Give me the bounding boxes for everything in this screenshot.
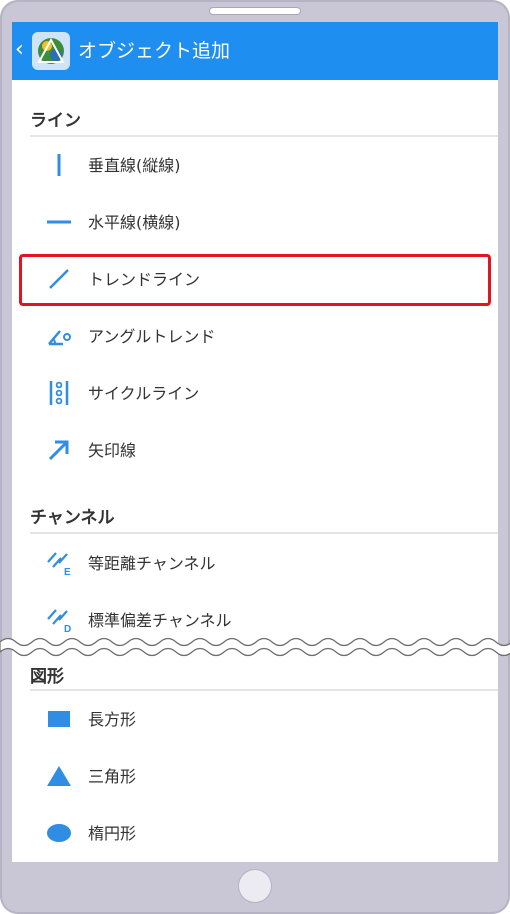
cycle-lines-icon [49,381,69,405]
section-title-shapes: 図形 [30,667,64,687]
list-item-label: 長方形 [88,710,137,729]
list-item-rectangle[interactable]: 長方形 [12,694,498,746]
list-item-label: 水平線(横線) [88,213,181,232]
home-button[interactable] [239,870,271,902]
list-item-label: 三角形 [88,767,137,786]
section-divider [30,532,498,534]
rectangle-icon [48,711,70,727]
vertical-line-icon [57,154,61,176]
horizontal-line-icon [47,220,71,224]
list-item-angle-trend[interactable]: アングルトレンド [12,311,498,363]
list-item-label: サイクルライン [88,384,200,403]
page-title: オブジェクト追加 [78,40,231,62]
list-item-ellipse[interactable]: 楕円形 [12,808,498,860]
equidistant-channel-icon: E [47,552,71,576]
chevron-left-icon[interactable]: ‹ [15,36,31,64]
list-item-vertical-line[interactable]: 垂直線(縦線) [12,140,498,192]
ellipse-icon [47,824,71,842]
torn-edge-divider [0,637,510,657]
list-item-equidistant-channel[interactable]: E 等距離チャンネル [12,538,498,590]
svg-text:E: E [64,567,71,576]
list-item-label: アングルトレンド [88,327,216,346]
list-item-label: 垂直線(縦線) [88,156,181,175]
list-item-label: 楕円形 [88,824,137,843]
list-item-label: 矢印線 [88,441,137,460]
list-item-arrow-line[interactable]: 矢印線 [12,425,498,477]
metatrader-logo-icon [32,32,70,70]
stddev-channel-icon: D [47,609,71,633]
app-screen: ‹ オブジェクト追加 ライン 垂直線(縦線) 水平線(横線) トレンドライン ア… [12,22,498,862]
list-item-cycle-lines[interactable]: サイクルライン [12,368,498,420]
triangle-icon [47,766,71,786]
speaker-grille [210,8,300,14]
phone-frame: ‹ オブジェクト追加 ライン 垂直線(縦線) 水平線(横線) トレンドライン ア… [0,0,510,914]
list-item-label: 等距離チャンネル [88,554,216,573]
list-item-horizontal-line[interactable]: 水平線(横線) [12,197,498,249]
selection-highlight [19,254,491,306]
section-divider [30,135,498,137]
angle-trend-icon [48,330,71,346]
section-title-channels: チャンネル [30,508,115,528]
arrow-line-icon [48,440,69,461]
list-item-triangle[interactable]: 三角形 [12,751,498,803]
section-title-lines: ライン [30,111,81,131]
app-bar: ‹ オブジェクト追加 [12,22,498,80]
section-divider [30,689,498,691]
